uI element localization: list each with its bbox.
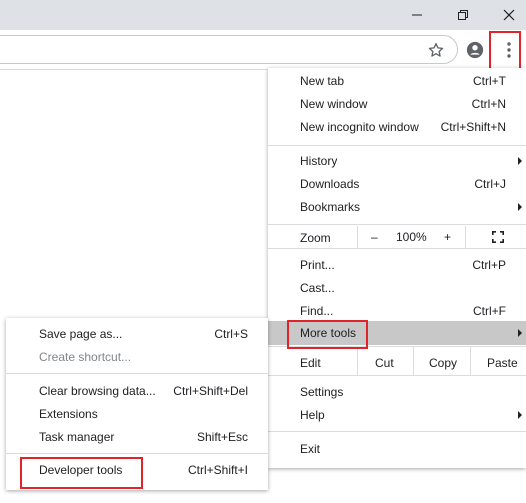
- menu-item-new-tab[interactable]: New tab Ctrl+T: [268, 70, 526, 93]
- menu-item-label: History: [300, 154, 338, 168]
- menu-item-edit: Edit Cut Copy Paste: [268, 346, 526, 375]
- address-bar[interactable]: [0, 35, 458, 64]
- menu-item-shortcut: Shift+Esc: [196, 430, 248, 444]
- copy-button[interactable]: Copy: [429, 356, 457, 370]
- menu-item-exit[interactable]: Exit: [268, 438, 526, 461]
- paste-button[interactable]: Paste: [487, 356, 518, 370]
- menu-button-highlight: [489, 31, 521, 72]
- bookmark-star-icon[interactable]: [426, 40, 446, 60]
- menu-item-label: Cast...: [300, 281, 335, 295]
- menu-item-shortcut: Ctrl+T: [473, 74, 506, 88]
- close-icon[interactable]: [486, 0, 526, 30]
- menu-item-label: Bookmarks: [300, 200, 361, 214]
- submenu-item-create-shortcut[interactable]: Create shortcut...: [6, 346, 268, 369]
- submenu-item-save-page[interactable]: Save page as... Ctrl+S: [6, 323, 268, 346]
- menu-item-label: Print...: [300, 258, 335, 272]
- browser-toolbar: [0, 30, 526, 70]
- zoom-in-button[interactable]: +: [444, 230, 451, 244]
- submenu-arrow-icon: [518, 329, 522, 337]
- menu-item-shortcut: Ctrl+N: [471, 97, 506, 111]
- edit-divider: [357, 346, 358, 375]
- menu-item-zoom: Zoom – 100% +: [268, 226, 526, 248]
- zoom-level-value: 100%: [396, 230, 427, 244]
- menu-item-label: Create shortcut...: [39, 350, 132, 364]
- menu-item-label: Downloads: [300, 177, 360, 191]
- menu-item-new-incognito-window[interactable]: New incognito window Ctrl+Shift+N: [268, 116, 526, 139]
- developer-tools-highlight: [20, 457, 143, 489]
- submenu-item-extensions[interactable]: Extensions: [6, 403, 268, 426]
- menu-item-label: Settings: [300, 385, 344, 399]
- menu-item-label: Edit: [300, 356, 321, 370]
- submenu-item-task-manager[interactable]: Task manager Shift+Esc: [6, 426, 268, 449]
- menu-item-history[interactable]: History: [268, 150, 526, 173]
- chrome-main-menu: New tab Ctrl+T New window Ctrl+N New inc…: [268, 68, 526, 468]
- menu-item-shortcut: Ctrl+S: [214, 327, 248, 341]
- menu-item-settings[interactable]: Settings: [268, 381, 526, 404]
- menu-item-label: New tab: [300, 74, 345, 88]
- menu-separator: [6, 373, 268, 374]
- menu-item-shortcut: Ctrl+Shift+I: [187, 463, 248, 477]
- menu-item-bookmarks[interactable]: Bookmarks: [268, 196, 526, 219]
- menu-item-new-window[interactable]: New window Ctrl+N: [268, 93, 526, 116]
- more-tools-highlight: [287, 320, 368, 349]
- submenu-arrow-icon: [518, 157, 522, 165]
- menu-separator: [268, 224, 526, 225]
- menu-separator: [268, 145, 526, 146]
- menu-item-label: Save page as...: [39, 327, 123, 341]
- menu-item-shortcut: Ctrl+J: [474, 177, 506, 191]
- menu-item-downloads[interactable]: Downloads Ctrl+J: [268, 173, 526, 196]
- menu-item-label: New window: [300, 97, 368, 111]
- menu-separator: [268, 431, 526, 432]
- menu-separator: [6, 453, 268, 454]
- menu-item-label: New incognito window: [300, 120, 419, 134]
- menu-item-shortcut: Ctrl+P: [472, 258, 506, 272]
- menu-item-shortcut: Ctrl+Shift+Del: [173, 384, 248, 398]
- submenu-arrow-icon: [518, 411, 522, 419]
- edit-divider: [413, 346, 414, 375]
- cut-button[interactable]: Cut: [375, 356, 394, 370]
- menu-item-label: Find...: [300, 304, 334, 318]
- menu-item-label: Extensions: [39, 407, 98, 421]
- fullscreen-icon[interactable]: [492, 231, 504, 243]
- restore-icon[interactable]: [440, 0, 486, 30]
- menu-separator: [268, 248, 526, 249]
- menu-item-print[interactable]: Print... Ctrl+P: [268, 254, 526, 277]
- menu-item-label: Exit: [300, 442, 321, 456]
- menu-item-label: Clear browsing data...: [39, 384, 156, 398]
- zoom-divider: [357, 226, 358, 248]
- menu-item-shortcut: Ctrl+Shift+N: [440, 120, 506, 134]
- menu-item-label: Zoom: [300, 231, 331, 245]
- menu-item-label: Task manager: [39, 430, 115, 444]
- menu-item-help[interactable]: Help: [268, 404, 526, 427]
- zoom-divider: [465, 226, 466, 248]
- edit-divider: [470, 346, 471, 375]
- title-bar: [0, 0, 526, 30]
- zoom-out-button[interactable]: –: [371, 230, 378, 244]
- submenu-arrow-icon: [518, 203, 522, 211]
- minimize-icon[interactable]: [394, 0, 440, 30]
- menu-separator: [268, 375, 526, 376]
- menu-item-label: Help: [300, 408, 325, 422]
- menu-item-cast[interactable]: Cast...: [268, 277, 526, 300]
- submenu-item-clear-browsing-data[interactable]: Clear browsing data... Ctrl+Shift+Del: [6, 380, 268, 403]
- menu-item-shortcut: Ctrl+F: [473, 304, 506, 318]
- profile-icon[interactable]: [465, 40, 485, 60]
